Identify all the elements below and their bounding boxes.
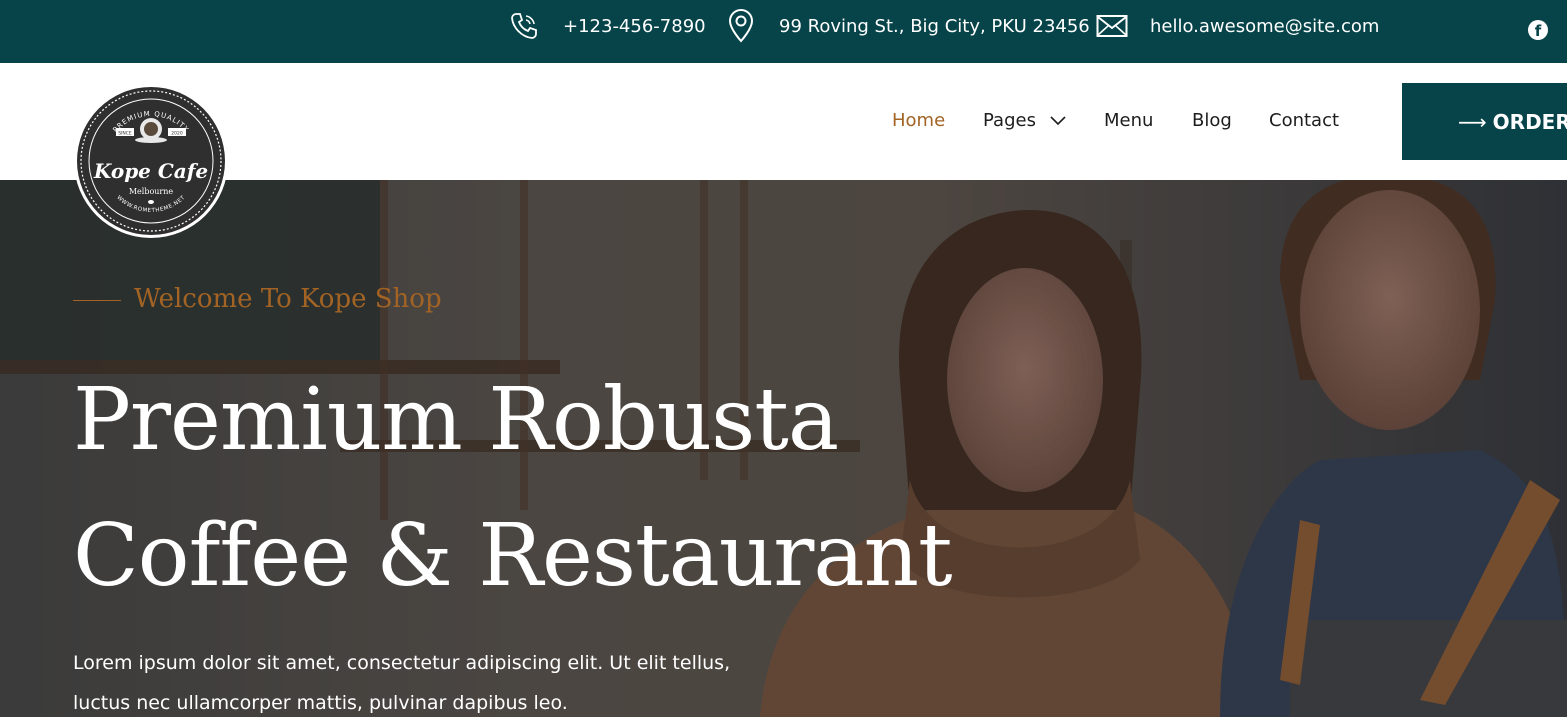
nav-item-blog[interactable]: Blog xyxy=(1192,110,1232,131)
chevron-down-icon xyxy=(1050,116,1066,126)
order-button-label: ORDER O xyxy=(1492,109,1567,134)
logo-year: 2020 xyxy=(171,131,183,137)
hero-title-line2: Coffee & Restaurant xyxy=(73,506,953,606)
hero-section: Welcome To Kope Shop Premium Robusta Cof… xyxy=(0,180,1567,717)
kope-cafe-logo[interactable]: PREMIUM QUALITY SINCE 2020 Kope Cafe Mel… xyxy=(72,82,230,240)
email-address[interactable]: hello.awesome@site.com xyxy=(1150,16,1379,37)
nav-item-menu[interactable]: Menu xyxy=(1104,110,1153,131)
hero-description-line1: Lorem ipsum dolor sit amet, consectetur … xyxy=(73,652,731,674)
order-button[interactable]: ⟶ ORDER O xyxy=(1402,83,1567,160)
top-bar: +123-456-7890 99 Roving St., Big City, P… xyxy=(0,0,1567,63)
address: 99 Roving St., Big City, PKU 23456 xyxy=(779,15,1090,37)
arrow-right-icon: ⟶ xyxy=(1458,109,1487,134)
nav-item-home[interactable]: Home xyxy=(892,110,945,131)
nav-item-pages[interactable]: Pages xyxy=(983,110,1066,131)
logo-city: Melbourne xyxy=(129,187,174,196)
hero-description-line2: luctus nec ullamcorper mattis, pulvinar … xyxy=(73,692,568,714)
logo-name: Kope Cafe xyxy=(93,159,208,183)
welcome-divider-line xyxy=(73,300,121,301)
hero-welcome-text: Welcome To Kope Shop xyxy=(134,284,442,314)
logo-badge-icon: PREMIUM QUALITY SINCE 2020 Kope Cafe Mel… xyxy=(74,84,228,238)
facebook-icon[interactable]: f xyxy=(1528,20,1548,40)
hero-title-line1: Premium Robusta xyxy=(73,370,839,470)
main-header: Home Pages Menu Blog Contact xyxy=(0,63,1567,180)
nav-item-pages-label: Pages xyxy=(983,110,1036,131)
logo-since: SINCE xyxy=(118,131,132,137)
phone-number[interactable]: +123-456-7890 xyxy=(563,16,706,37)
facebook-letter: f xyxy=(1534,22,1542,40)
nav-item-contact[interactable]: Contact xyxy=(1269,110,1339,131)
location-pin-icon xyxy=(728,9,754,43)
phone-icon xyxy=(511,13,537,39)
email-icon xyxy=(1096,15,1128,37)
